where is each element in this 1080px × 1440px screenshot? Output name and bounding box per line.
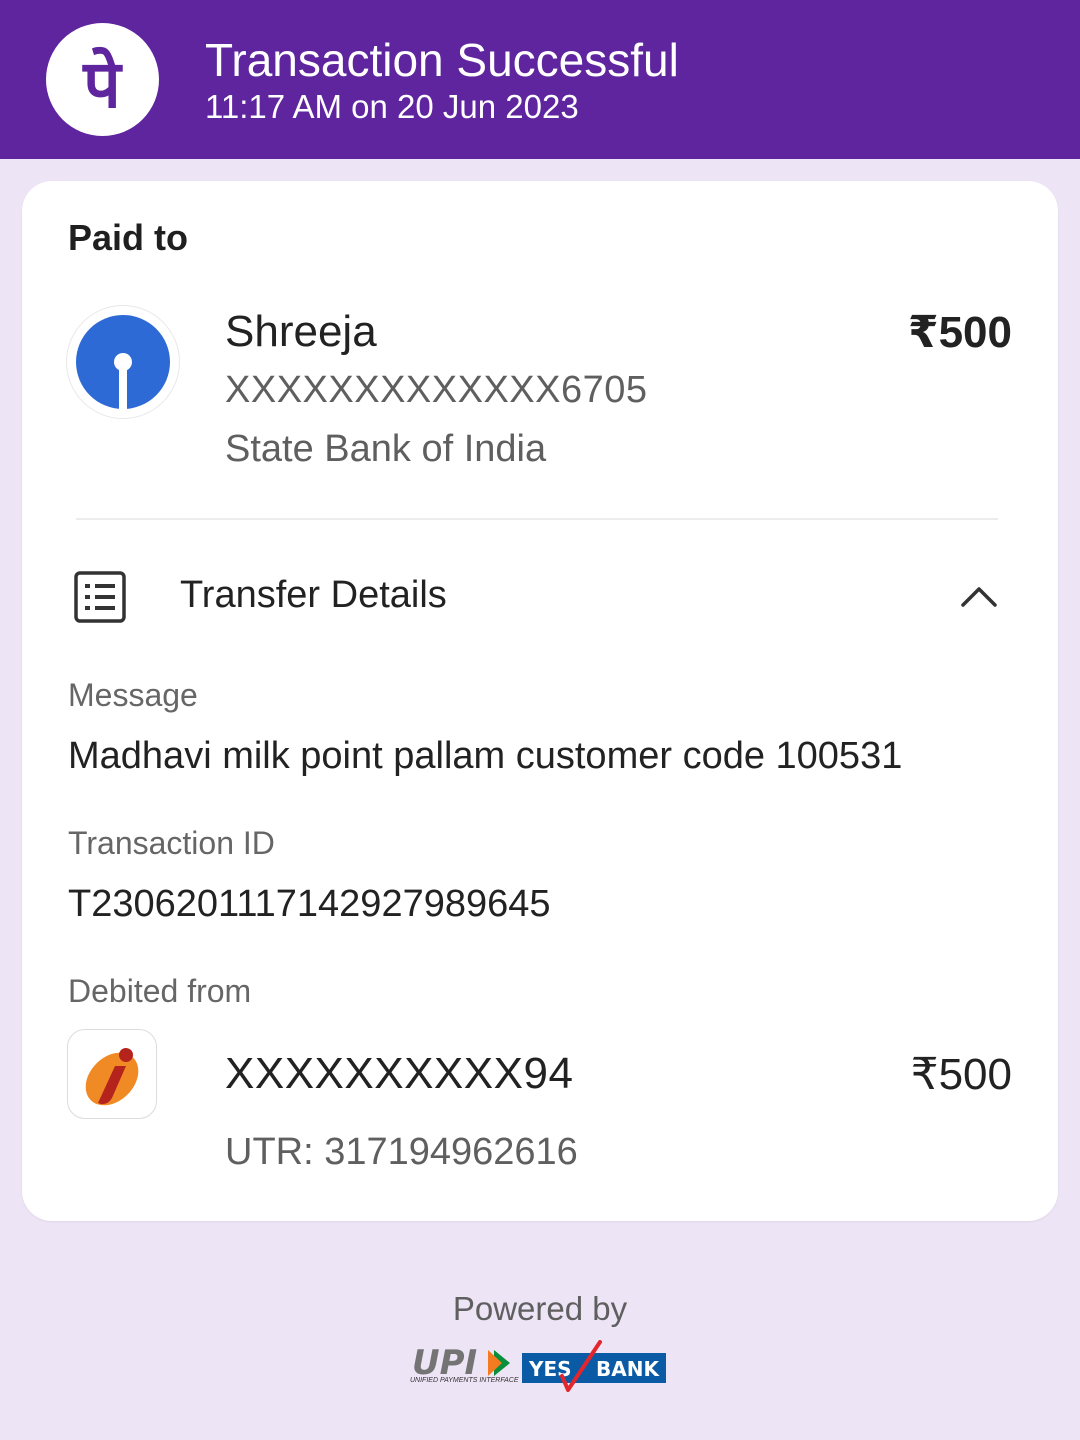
page-title: Transaction Successful bbox=[205, 34, 679, 86]
sbi-logo-icon bbox=[66, 305, 180, 419]
header-bar: पे Transaction Successful 11:17 AM on 20… bbox=[0, 0, 1080, 159]
receipt-list-icon bbox=[74, 571, 126, 623]
upi-logo-text: UPI bbox=[412, 1346, 477, 1380]
payee-name: Shreeja bbox=[225, 307, 377, 356]
paid-to-label: Paid to bbox=[68, 217, 189, 258]
transfer-details-title[interactable]: Transfer Details bbox=[180, 574, 447, 617]
debit-amount: ₹500 bbox=[910, 1050, 1012, 1099]
phonepe-logo: पे bbox=[46, 23, 159, 136]
chevron-up-icon[interactable] bbox=[960, 583, 998, 611]
transaction-timestamp: 11:17 AM on 20 Jun 2023 bbox=[205, 88, 579, 125]
divider bbox=[76, 518, 998, 520]
debited-from-label: Debited from bbox=[68, 973, 252, 1009]
debit-account-number: XXXXXXXXXX94 bbox=[225, 1049, 574, 1098]
payee-account-number: XXXXXXXXXXXXX6705 bbox=[225, 369, 648, 411]
transaction-id-label: Transaction ID bbox=[68, 825, 275, 861]
transaction-id-value[interactable]: T2306201117142927989645 bbox=[68, 883, 551, 926]
icici-logo-icon bbox=[67, 1029, 157, 1119]
upi-subtext: UNIFIED PAYMENTS INTERFACE bbox=[410, 1377, 519, 1384]
transaction-card: Paid to Shreeja ₹500 XXXXXXXXXXXXX6705 S… bbox=[22, 181, 1058, 1221]
yes-bank-logo: YES BANK bbox=[522, 1340, 667, 1399]
payee-bank-name: State Bank of India bbox=[225, 428, 547, 470]
utr-number[interactable]: UTR: 317194962616 bbox=[225, 1131, 578, 1174]
message-value: Madhavi milk point pallam customer code … bbox=[68, 735, 903, 777]
phonepe-logo-glyph: पे bbox=[81, 46, 123, 123]
paid-amount: ₹500 bbox=[907, 308, 1012, 357]
bank-text: BANK bbox=[596, 1357, 660, 1381]
yes-text: YES bbox=[528, 1357, 572, 1381]
powered-by-label: Powered by bbox=[452, 1290, 628, 1327]
message-label: Message bbox=[68, 677, 198, 713]
